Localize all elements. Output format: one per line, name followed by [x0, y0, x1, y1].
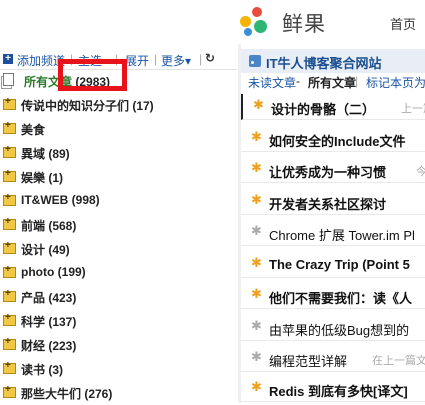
star-icon[interactable]: ✱ — [251, 349, 262, 365]
star-icon[interactable]: ✱ — [251, 160, 262, 176]
folder-icon[interactable] — [3, 192, 16, 206]
home-link[interactable]: 首页 — [390, 14, 416, 33]
folder-label: 设计 (49) — [21, 243, 70, 257]
folder-icon[interactable] — [3, 120, 16, 134]
logo-icon[interactable] — [240, 7, 272, 37]
star-icon[interactable]: ✱ — [251, 255, 262, 271]
article-row[interactable]: ✱ Redis 到底有多快[译文] — [241, 376, 425, 402]
article-row[interactable]: ✱ The Crazy Trip (Point 5 — [241, 252, 425, 278]
article-row[interactable]: ✱ 设计的骨骼（二） 上一篇 — [241, 94, 425, 120]
article-row[interactable]: ✱ Chrome 扩展 Tower.im Pl — [241, 220, 425, 246]
star-icon[interactable]: ✱ — [253, 97, 264, 113]
folder-label: 前端 (568) — [21, 219, 77, 233]
folder-label: 科学 (137) — [21, 315, 77, 329]
folder-item[interactable]: 那些大牛们 (276) — [0, 381, 237, 405]
folder-item[interactable]: 财经 (223) — [0, 333, 237, 357]
folder-item[interactable]: photo (199) — [0, 261, 237, 285]
filter-bar: 未读文章 - 所有文章 | 标记本页为 — [241, 73, 425, 91]
star-icon[interactable]: ✱ — [251, 286, 262, 302]
article-snippet: 在上一篇文 — [372, 355, 425, 367]
folder-item[interactable]: IT&WEB (998) — [0, 189, 237, 213]
article-row[interactable]: ✱ 开发者关系社区探讨 — [241, 189, 425, 215]
all-filter[interactable]: 所有文章 — [308, 74, 356, 91]
folder-item[interactable]: 娱樂 (1) — [0, 165, 237, 189]
folder-icon[interactable] — [3, 144, 16, 158]
folder-icon[interactable] — [3, 288, 16, 302]
folder-item[interactable]: 美食 — [0, 117, 237, 141]
folder-icon[interactable] — [3, 96, 16, 110]
star-icon[interactable]: ✱ — [251, 223, 262, 239]
article-row[interactable]: ✱ 他们不需要我们：读《人 — [241, 283, 425, 309]
folder-icon[interactable] — [3, 264, 16, 278]
feed-header: IT牛人博客聚合网站 — [241, 49, 425, 73]
more-dropdown[interactable]: 更多▾ — [161, 52, 191, 69]
unread-filter[interactable]: 未读文章 — [248, 74, 296, 91]
article-snippet: 今 — [416, 163, 425, 179]
refresh-icon[interactable]: ↻ — [205, 51, 215, 65]
article-snippet: 上一篇 — [401, 103, 425, 115]
folder-item[interactable]: 科学 (137) — [0, 309, 237, 333]
folder-label: 那些大牛们 (276) — [21, 387, 113, 401]
article-pane: IT牛人博客聚合网站 未读文章 - 所有文章 | 标记本页为 ✱ 设计的骨骼（二… — [241, 44, 425, 403]
star-icon[interactable]: ✱ — [251, 129, 262, 145]
article-title: 开发者关系社区探讨 — [269, 197, 387, 212]
folder-item[interactable]: 異域 (89) — [0, 141, 237, 165]
toolbar-separator: | — [199, 52, 203, 66]
filter-dash: - — [296, 74, 300, 88]
folder-icon[interactable] — [3, 312, 16, 326]
filter-separator: | — [355, 74, 359, 88]
folder-item[interactable]: 设计 (49) — [0, 237, 237, 261]
toolbar-separator: | — [154, 52, 158, 66]
folder-label: 美食 — [21, 123, 46, 137]
article-title: 如何安全的Include文件 — [269, 134, 406, 149]
folder-icon[interactable] — [3, 240, 16, 254]
article-title: 他们不需要我们：读《人 — [269, 291, 413, 306]
article-row[interactable]: ✱ 由苹果的低级Bug想到的 — [241, 315, 425, 341]
mark-read-link[interactable]: 标记本页为 — [366, 74, 425, 91]
article-row[interactable]: ✱ 编程范型详解 在上一篇文 — [241, 346, 425, 372]
folder-item[interactable]: 传说中的知识分子们 (17) — [0, 93, 237, 117]
folder-label: 传说中的知识分子们 (17) — [21, 99, 154, 113]
article-title: 设计的骨骼（二） — [271, 102, 376, 117]
folder-item[interactable]: 产品 (423) — [0, 285, 237, 309]
article-title: 编程范型详解 — [269, 354, 348, 369]
article-title: 由苹果的低级Bug想到的 — [269, 323, 410, 338]
article-title: Redis 到底有多快[译文] — [269, 384, 408, 399]
folder-icon[interactable] — [3, 360, 16, 374]
article-title: 让优秀成为一种习惯 — [269, 165, 387, 180]
expand-link[interactable]: 展开 — [125, 52, 149, 69]
feed-title[interactable]: IT牛人博客聚合网站 — [266, 53, 382, 72]
all-articles-icon — [1, 73, 14, 89]
folder-icon[interactable] — [3, 336, 16, 350]
folder-item[interactable]: 前端 (568) — [0, 213, 237, 237]
folder-icon[interactable] — [3, 216, 16, 230]
folder-item[interactable]: 读书 (3) — [0, 357, 237, 381]
star-icon[interactable]: ✱ — [251, 318, 262, 334]
article-title: The Crazy Trip (Point 5 — [269, 257, 410, 272]
folder-label: 财经 (223) — [21, 339, 77, 353]
folder-label: 娱樂 (1) — [21, 171, 64, 185]
article-row[interactable]: ✱ 如何安全的Include文件 — [241, 126, 425, 152]
folder-label: photo (199) — [21, 265, 86, 279]
folder-icon[interactable] — [3, 168, 16, 182]
highlight-annotation — [58, 59, 127, 91]
rss-icon — [249, 55, 261, 67]
article-row[interactable]: ✱ 让优秀成为一种习惯 今 — [241, 157, 425, 183]
app-header: 鲜果 首页 — [0, 0, 425, 44]
star-icon[interactable]: ✱ — [251, 379, 262, 395]
folder-icon[interactable] — [3, 384, 16, 398]
logo-text[interactable]: 鲜果 — [282, 8, 326, 38]
folder-label: IT&WEB (998) — [21, 193, 100, 207]
folder-label: 異域 (89) — [21, 147, 70, 161]
folder-label: 读书 (3) — [21, 363, 64, 377]
article-title: Chrome 扩展 Tower.im Pl — [269, 228, 415, 243]
star-icon[interactable]: ✱ — [251, 192, 262, 208]
folder-label: 产品 (423) — [21, 291, 77, 305]
add-icon[interactable]: + — [3, 54, 13, 64]
